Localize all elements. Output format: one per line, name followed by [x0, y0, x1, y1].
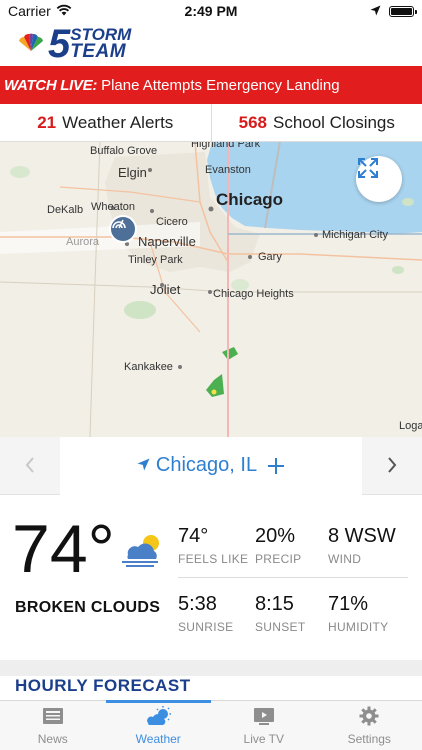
map-label-joliet: Joliet — [150, 282, 181, 297]
watch-live-tag: WATCH LIVE: — [4, 76, 98, 94]
map-label-naperville: Naperville — [138, 234, 196, 249]
live-tv-icon — [253, 706, 275, 729]
map-label-dekalb: DeKalb — [47, 204, 84, 216]
location-selector: Chicago, IL — [0, 436, 422, 495]
tab-news-label: News — [37, 731, 68, 746]
stats-divider — [178, 577, 408, 578]
news-icon — [42, 706, 64, 729]
current-temperature: 74° — [12, 511, 115, 587]
logo-text: STORM TEAM — [70, 26, 131, 63]
tab-live-tv-label: Live TV — [243, 731, 284, 746]
logo-line-2: TEAM — [70, 41, 127, 63]
sunrise-stat: 5:38 SUNRISE — [178, 593, 233, 634]
map-label-cicero: Cicero — [156, 216, 188, 228]
alerts-row: 21 Weather Alerts 568 School Closings — [0, 104, 422, 142]
broken-clouds-icon — [120, 533, 166, 572]
map-label-highland-park: Highland Park — [191, 142, 261, 150]
sunrise-label: SUNRISE — [178, 620, 234, 634]
sunset-value: 8:15 — [255, 593, 294, 615]
next-location-button[interactable] — [362, 437, 422, 495]
radar-map[interactable]: Buffalo Grove Highland Park Elgin Evanst… — [0, 142, 422, 437]
map-label-evanston: Evanston — [205, 164, 251, 176]
carrier-label: Carrier — [8, 3, 51, 19]
location-arrow-icon — [137, 454, 150, 477]
precip-label: PRECIP — [255, 552, 302, 566]
sunset-label: SUNSET — [255, 620, 306, 634]
current-location-button[interactable]: Chicago, IL — [60, 436, 362, 495]
precip-stat: 20% PRECIP — [255, 525, 301, 566]
previous-location-button[interactable] — [0, 437, 60, 495]
status-bar: Carrier 2:49 PM — [0, 0, 422, 22]
tab-news[interactable]: News — [0, 701, 106, 750]
humidity-label: HUMIDITY — [328, 620, 389, 634]
logo-number: 5 — [48, 22, 70, 66]
tab-settings-label: Settings — [347, 731, 391, 746]
map-label-wheaton: Wheaton — [91, 201, 136, 213]
map-label-michigan-city: Michigan City — [322, 229, 389, 241]
wind-stat: 8 WSW WIND — [328, 525, 396, 566]
feels-like-stat: 74° FEELS LIKE — [178, 525, 248, 566]
wind-value: 8 WSW — [328, 525, 396, 547]
tab-settings[interactable]: Settings — [317, 701, 422, 750]
map-label-gary: Gary — [258, 251, 282, 263]
sunrise-value: 5:38 — [178, 593, 217, 615]
condition-text: BROKEN CLOUDS — [15, 599, 161, 616]
location-services-icon — [370, 3, 381, 19]
app-header: 5 STORM TEAM — [0, 22, 422, 66]
wifi-icon — [56, 3, 72, 19]
map-label-chicago-heights: Chicago Heights — [213, 288, 294, 300]
humidity-stat: 71% HUMIDITY — [328, 593, 388, 634]
map-label-buffalo-grove: Buffalo Grove — [90, 145, 158, 157]
precip-value: 20% — [255, 525, 296, 547]
current-conditions: 74° BROKEN CLOUDS 74° FEELS LIKE 20% PRE… — [0, 495, 422, 660]
map-label-aurora: Aurora — [66, 236, 100, 248]
chevron-right-icon — [387, 453, 397, 479]
status-right — [370, 3, 417, 19]
add-location-icon[interactable] — [267, 453, 285, 479]
map-label-tinley-park: Tinley Park — [128, 254, 183, 266]
weather-icon — [144, 705, 172, 729]
school-closings-button[interactable]: 568 School Closings — [210, 104, 422, 141]
chevron-left-icon — [25, 453, 35, 479]
location-name: Chicago, IL — [155, 454, 258, 476]
weather-alerts-button[interactable]: 21 Weather Alerts — [0, 104, 211, 141]
tab-live-tv[interactable]: Live TV — [211, 701, 317, 750]
wind-label: WIND — [328, 552, 362, 566]
hourly-forecast-title: HOURLY FORECAST — [15, 676, 191, 695]
weather-alerts-count: 21 — [37, 112, 57, 132]
peacock-icon — [16, 32, 46, 57]
map-label-chicago: Chicago — [216, 190, 284, 209]
school-closings-label: School Closings — [272, 112, 395, 132]
tab-bar: News Weather Live TV Settings — [0, 700, 422, 750]
feels-like-value: 74° — [178, 525, 209, 547]
weather-alerts-label: Weather Alerts — [62, 112, 174, 132]
map-label-elgin: Elgin — [118, 165, 147, 180]
humidity-value: 71% — [328, 593, 369, 615]
watch-live-banner[interactable]: WATCH LIVE: Plane Attempts Emergency Lan… — [0, 66, 422, 104]
battery-icon — [389, 5, 417, 17]
radar-layer-button[interactable] — [109, 215, 137, 243]
storm-team-logo: 5 STORM TEAM — [16, 24, 131, 64]
battery-level — [391, 7, 412, 15]
tab-weather-label: Weather — [135, 731, 181, 746]
settings-icon — [359, 706, 379, 729]
school-closings-count: 568 — [238, 112, 267, 132]
map-label-kankakee: Kankakee — [124, 361, 173, 373]
watch-live-headline: Plane Attempts Emergency Landing — [101, 76, 340, 94]
feels-like-label: FEELS LIKE — [178, 552, 249, 566]
tab-weather[interactable]: Weather — [105, 700, 212, 750]
map-label-logan: Logan — [399, 420, 422, 432]
expand-map-button[interactable] — [356, 156, 402, 202]
status-left: Carrier — [8, 3, 72, 19]
section-gap — [0, 660, 422, 676]
sunset-stat: 8:15 SUNSET — [255, 593, 305, 634]
